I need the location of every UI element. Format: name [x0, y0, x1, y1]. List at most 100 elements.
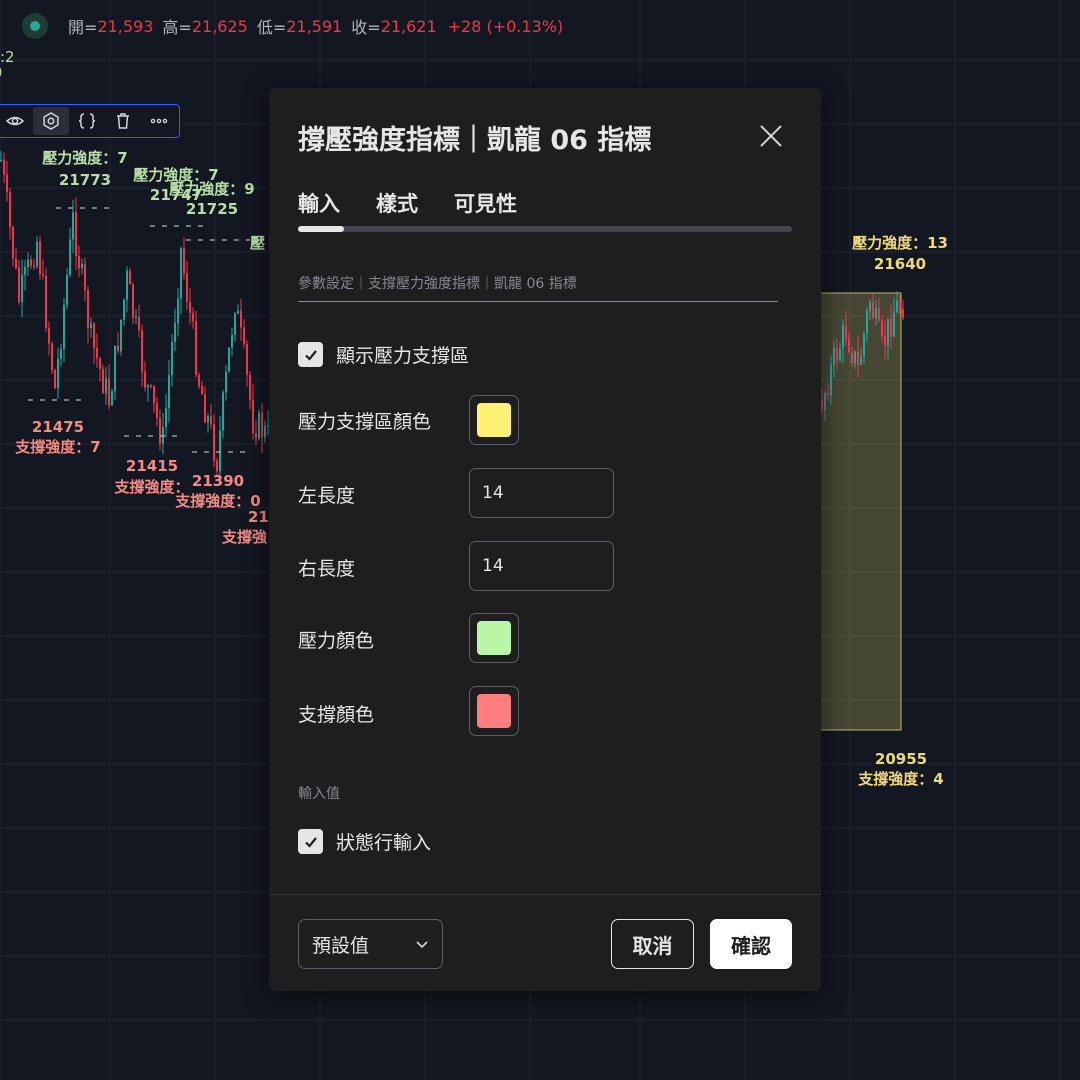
support-value: 21475 [32, 418, 84, 436]
candle [213, 424, 215, 461]
candle [135, 316, 137, 319]
candle [827, 392, 829, 396]
candle [72, 212, 74, 240]
candle [147, 385, 149, 388]
status-line-checkbox[interactable] [298, 829, 323, 854]
candle [225, 371, 227, 393]
cancel-button[interactable]: 取消 [611, 919, 694, 969]
tab-visibility[interactable]: 可見性 [454, 188, 517, 218]
candle [183, 247, 185, 274]
candle [848, 338, 850, 353]
candle [881, 320, 883, 337]
support-value: 21390 [192, 472, 244, 490]
more-icon [150, 118, 168, 124]
close-icon[interactable] [757, 122, 785, 150]
candle [141, 329, 143, 372]
candle [30, 259, 32, 266]
ohlc-legend: 開= 21,593 高= 21,625 低= 21,591 收= 21,621 … [22, 12, 563, 40]
preset-dropdown[interactable]: 預設值 [298, 919, 443, 969]
settings-icon [43, 112, 59, 130]
show-zone-row[interactable]: 顯示壓力支撐區 [298, 341, 469, 368]
checkmark-icon [304, 836, 317, 848]
candle [54, 370, 56, 389]
candle [252, 399, 254, 434]
candle [168, 375, 170, 409]
status-line-row[interactable]: 狀態行輸入 [298, 828, 431, 855]
candle [222, 392, 224, 431]
low-value: 21,591 [286, 16, 343, 36]
resistance-value: 21640 [874, 255, 926, 273]
support-color-fill [477, 694, 511, 728]
candle [78, 255, 80, 269]
candle [150, 385, 152, 387]
settings-button[interactable] [33, 107, 69, 135]
tab-style[interactable]: 樣式 [376, 188, 418, 218]
status-line-label: 狀態行輸入 [336, 832, 432, 854]
candle [246, 343, 248, 375]
show-zone-checkbox[interactable] [298, 342, 323, 367]
candle [96, 347, 98, 359]
candle [27, 259, 29, 268]
resistance-label: 壓力強度：9 [169, 180, 254, 198]
candle [144, 371, 146, 388]
close-value: 21,621 [380, 16, 437, 36]
candle [210, 416, 212, 425]
dialog-title: 撐壓強度指標｜凱龍 06 指標 [298, 125, 652, 156]
candle [899, 301, 901, 310]
active-tab-indicator [298, 226, 344, 232]
candle [872, 302, 874, 318]
candle [195, 321, 197, 376]
candle [231, 334, 233, 348]
candle [186, 273, 188, 302]
low-label: 低= [256, 18, 287, 37]
candle [21, 274, 23, 303]
inputs-section-header: 輸入值 [298, 786, 340, 802]
indicator-toolbar [0, 104, 180, 138]
candle [81, 263, 83, 269]
candle [836, 347, 838, 361]
source-code-button[interactable] [69, 107, 105, 135]
candle [9, 192, 11, 227]
delete-button[interactable] [105, 107, 141, 135]
candle [887, 318, 889, 346]
resistance-color-swatch[interactable] [469, 613, 519, 663]
more-button[interactable] [141, 107, 177, 135]
support-color-swatch[interactable] [469, 686, 519, 736]
open-value: 21,593 [97, 16, 154, 36]
support-label: 支撐強度：7 [14, 438, 100, 456]
status-dot-icon[interactable] [22, 13, 48, 39]
candle [153, 385, 155, 404]
support-value: 20955 [875, 750, 927, 768]
show-zone-label: 顯示壓力支撐區 [336, 345, 470, 367]
section-divider [298, 301, 778, 302]
eye-button[interactable] [0, 107, 33, 135]
candle [198, 375, 200, 387]
eye-icon [5, 116, 25, 126]
candle [45, 275, 47, 329]
candle [261, 412, 263, 438]
candle [824, 392, 826, 410]
candle [869, 302, 871, 312]
candle [57, 358, 59, 389]
dialog-tabs: 輸入 樣式 可見性 [298, 188, 553, 218]
candle [258, 412, 260, 439]
candle [833, 347, 835, 365]
zone-color-swatch[interactable] [469, 395, 519, 445]
candle [105, 378, 107, 394]
candle [207, 416, 209, 423]
support-value: 21415 [126, 457, 178, 475]
candle [12, 226, 14, 259]
right-length-input[interactable] [469, 541, 614, 591]
candle [123, 299, 125, 320]
left-length-input[interactable] [469, 468, 614, 518]
candle [216, 460, 218, 472]
tab-inputs[interactable]: 輸入 [298, 188, 340, 218]
candle [174, 323, 176, 343]
candle [884, 336, 886, 346]
candle [6, 174, 8, 193]
indicator-settings-dialog: 撐壓強度指標｜凱龍 06 指標 輸入 樣式 可見性 參數設定｜支撐壓力強度指標｜… [269, 88, 821, 991]
candle [18, 267, 20, 303]
confirm-button[interactable]: 確認 [710, 919, 792, 969]
candle [0, 159, 2, 162]
candle [111, 391, 113, 406]
